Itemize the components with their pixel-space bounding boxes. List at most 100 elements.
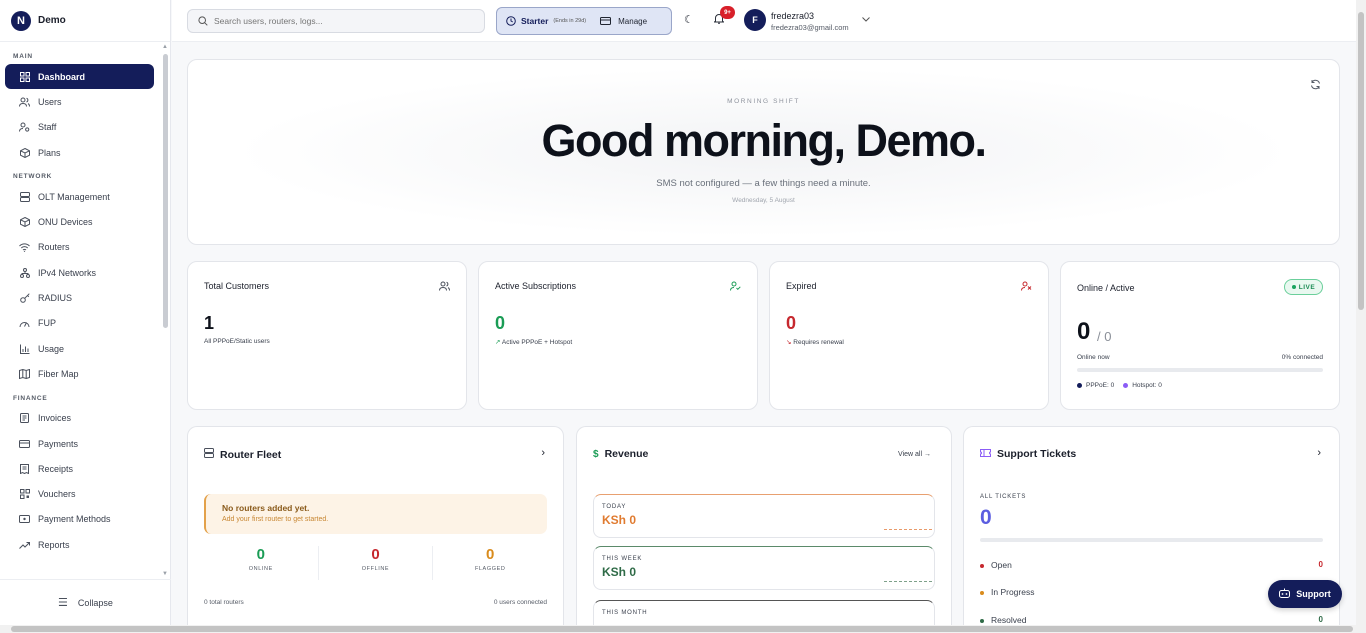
sidebar-item-label: Vouchers (38, 489, 76, 500)
sidebar-scroll-thumb[interactable] (163, 54, 168, 328)
collapse-label: Collapse (77, 597, 113, 608)
chevron-right-icon[interactable]: › (541, 447, 545, 459)
sidebar-item-label: Users (38, 96, 62, 107)
plans-icon (19, 147, 30, 158)
online-legend: PPPoE: 0 Hotspot: 0 (1077, 382, 1162, 389)
user-check-icon (730, 281, 741, 294)
sidebar-item-payment-methods[interactable]: Payment Methods (5, 507, 154, 532)
sidebar-item-label: Invoices (38, 413, 72, 424)
router-flagged-label: FLAGGED (474, 566, 506, 572)
notification-badge: 9+ (720, 6, 735, 19)
chevron-right-icon[interactable]: › (1317, 447, 1321, 459)
sidebar-item-label: OLT Management (38, 191, 110, 202)
sidebar-item-usage[interactable]: Usage (5, 336, 154, 361)
revenue-today: TODAY KSh 0 (593, 494, 935, 538)
user-x-icon (1021, 281, 1032, 294)
sidebar-item-label: Fiber Map (38, 368, 79, 379)
live-dot (1291, 285, 1296, 289)
revenue-month: THIS MONTH (593, 600, 935, 625)
online-label: Online now (1077, 354, 1110, 361)
view-all-link[interactable]: View all → (898, 451, 931, 458)
router-online-count: 0 (256, 546, 265, 563)
stat-card-active-subscriptions[interactable]: Active Subscriptions 0 ↗ Active PPPoE + … (478, 261, 758, 410)
sidebar-item-users[interactable]: Users (5, 89, 154, 114)
chevron-down-icon[interactable] (862, 14, 870, 24)
collapse-button[interactable]: ☰ Collapse (0, 579, 171, 625)
page-scroll-thumb[interactable] (1358, 12, 1364, 310)
dashboard-icon (19, 71, 30, 82)
all-tickets-label: ALL TICKETS (980, 494, 1027, 500)
brand[interactable]: N Demo (0, 0, 170, 42)
sidebar: N Demo MAIN Dashboard Users Staff Plans … (0, 0, 171, 625)
stat-card-total-customers[interactable]: Total Customers 1 All PPPoE/Static users (187, 261, 467, 410)
ticket-resolved-label: Resolved (980, 615, 1026, 625)
moon-icon[interactable]: ☾ (684, 13, 694, 26)
panel-title: Router Fleet (204, 448, 281, 461)
panel-title: Support Tickets (980, 448, 1076, 460)
sidebar-item-plans[interactable]: Plans (5, 140, 154, 165)
trend-up-icon: ↗ (495, 339, 502, 346)
dollar-icon: $ (593, 448, 599, 460)
sidebar-item-dashboard[interactable]: Dashboard (5, 64, 154, 90)
router-stat-online: 0 ONLINE (204, 546, 319, 580)
router-fleet-panel: Router Fleet › No routers added yet. Add… (187, 426, 564, 625)
shift-label: MORNING SHIFT (727, 98, 800, 105)
scroll-down-icon[interactable]: ▼ (162, 571, 168, 577)
sidebar-item-routers[interactable]: Routers (5, 235, 154, 260)
sidebar-item-fup[interactable]: FUP (5, 311, 154, 336)
sidebar-item-reports[interactable]: Reports (5, 532, 154, 557)
ticket-row-open[interactable]: Open 0 (980, 560, 1323, 570)
sidebar-item-olt-management[interactable]: OLT Management (5, 184, 154, 209)
nav-section-main: MAIN (13, 53, 33, 60)
avatar[interactable]: F (744, 9, 766, 31)
greeting-hero: MORNING SHIFT Good morning, Demo. SMS no… (187, 59, 1340, 245)
page-vertical-scrollbar[interactable] (1356, 0, 1366, 625)
sidebar-scrollbar[interactable]: ▲ ▼ (162, 44, 168, 577)
ticket-icon (980, 448, 991, 460)
plan-ends: (Ends in 29d) (553, 18, 587, 24)
manage-button[interactable]: Manage (600, 17, 647, 26)
server-icon (19, 191, 30, 202)
legend-pppoe: PPPoE: 0 (1077, 382, 1114, 389)
users-connected: 0 users connected (493, 599, 547, 606)
stat-note: ↘ Requires renewal (786, 338, 844, 346)
page-horizontal-scrollbar[interactable] (0, 625, 1366, 633)
brand-name: Demo (38, 15, 66, 26)
revenue-week-label: THIS WEEK (602, 556, 643, 562)
refresh-icon[interactable] (1310, 79, 1321, 93)
alert-title: No routers added yet. (222, 503, 310, 513)
receipt-icon (19, 463, 30, 474)
sidebar-item-fiber-map[interactable]: Fiber Map (5, 361, 154, 386)
sidebar-item-staff[interactable]: Staff (5, 115, 154, 140)
key-icon (19, 293, 30, 304)
tickets-progress-bar (980, 538, 1323, 542)
router-total: 0 total routers (204, 599, 244, 606)
support-label: Support (1296, 589, 1331, 599)
ticket-row-resolved[interactable]: Resolved 0 (980, 615, 1323, 625)
sidebar-item-radius[interactable]: RADIUS (5, 285, 154, 310)
map-icon (19, 368, 30, 379)
sidebar-item-onu-devices[interactable]: ONU Devices (5, 209, 154, 234)
search-box[interactable] (187, 9, 485, 33)
wifi-icon (19, 242, 30, 253)
sidebar-item-ipv4-networks[interactable]: IPv4 Networks (5, 260, 154, 285)
revenue-week-sparkline (884, 581, 932, 582)
sidebar-item-receipts[interactable]: Receipts (5, 456, 154, 481)
search-input[interactable] (214, 16, 474, 26)
scroll-up-icon[interactable]: ▲ (162, 44, 168, 50)
panel-title: $ Revenue (593, 448, 648, 460)
sidebar-item-vouchers[interactable]: Vouchers (5, 481, 154, 506)
no-routers-alert[interactable]: No routers added yet. Add your first rou… (204, 494, 547, 534)
plan-widget[interactable]: Starter (Ends in 29d) Manage (496, 7, 672, 35)
user-name[interactable]: fredezra03 (771, 11, 814, 21)
stat-title: Total Customers (204, 281, 270, 291)
revenue-panel: $ Revenue View all → TODAY KSh 0 THIS WE… (576, 426, 952, 625)
stat-card-online[interactable]: Online / Active LIVE 0 / 0 Online now 0%… (1060, 261, 1340, 410)
sidebar-item-invoices[interactable]: Invoices (5, 406, 154, 431)
stat-card-expired[interactable]: Expired 0 ↘ Requires renewal (769, 261, 1049, 410)
sidebar-item-label: Usage (38, 343, 65, 354)
sidebar-item-payments[interactable]: Payments (5, 431, 154, 456)
top-bar: Starter (Ends in 29d) Manage ☾ 9+ F fred… (172, 0, 1356, 42)
page-hscroll-thumb[interactable] (11, 626, 1353, 632)
support-button[interactable]: Support (1268, 580, 1342, 608)
